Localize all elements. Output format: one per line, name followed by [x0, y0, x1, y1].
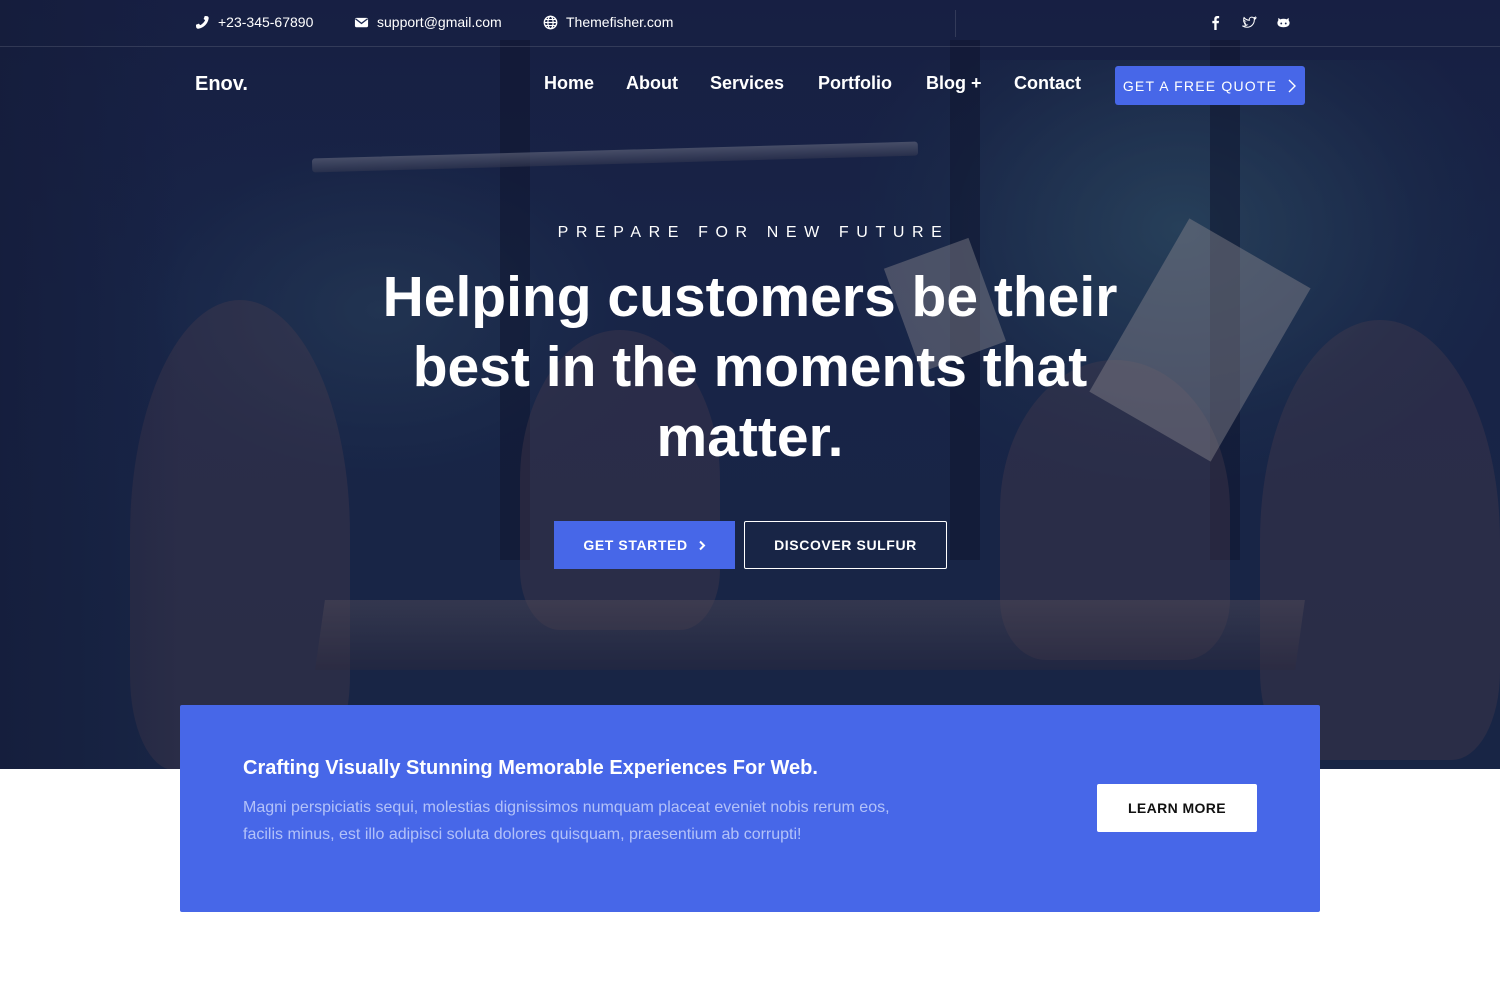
phone-text: +23-345-67890: [218, 14, 314, 30]
github-link[interactable]: [1274, 13, 1292, 31]
nav-home[interactable]: Home: [544, 73, 594, 94]
hero-left-shade: [0, 0, 180, 769]
chevron-right-icon: [1288, 79, 1297, 92]
discover-button[interactable]: DISCOVER SULFUR: [744, 521, 947, 569]
cta-description-line: Magni perspiciatis sequi, molestias dign…: [243, 799, 890, 816]
phone-link[interactable]: +23-345-67890: [195, 14, 313, 30]
github-icon: [1276, 17, 1290, 27]
twitter-link[interactable]: [1240, 13, 1258, 31]
headline-line: matter.: [656, 405, 844, 469]
free-quote-button[interactable]: GET A FREE QUOTE: [1115, 66, 1305, 105]
headline-line: best in the moments that: [412, 335, 1088, 399]
twitter-icon: [1241, 15, 1257, 28]
get-started-button[interactable]: GET STARTED: [554, 521, 735, 569]
nav-contact[interactable]: Contact: [1014, 73, 1081, 94]
top-bar: +23-345-67890 support@gmail.com Themefis…: [0, 0, 1500, 47]
free-quote-label: GET A FREE QUOTE: [1122, 77, 1278, 94]
cta-card: Crafting Visually Stunning Memorable Exp…: [180, 705, 1320, 912]
cta-description: Magni perspiciatis sequi, molestias dign…: [243, 794, 923, 848]
nav-blog[interactable]: Blog +: [926, 73, 982, 94]
site-logo[interactable]: Enov.: [195, 73, 248, 96]
get-started-label: GET STARTED: [583, 537, 688, 553]
learn-more-label: LEARN MORE: [1127, 800, 1227, 816]
website-text: Themefisher.com: [566, 14, 674, 30]
nav-portfolio[interactable]: Portfolio: [818, 73, 892, 94]
headline-line: Helping customers be their: [382, 265, 1118, 329]
chevron-right-icon: [698, 540, 706, 550]
nav-services[interactable]: Services: [710, 73, 784, 94]
facebook-link[interactable]: [1206, 13, 1224, 31]
learn-more-button[interactable]: LEARN MORE: [1097, 784, 1257, 832]
email-link[interactable]: support@gmail.com: [354, 14, 502, 30]
phone-icon: [195, 15, 209, 29]
nav-about[interactable]: About: [626, 73, 678, 94]
globe-icon: [543, 15, 558, 29]
website-link[interactable]: Themefisher.com: [543, 14, 673, 30]
cta-description-line: facilis minus, est illo adipisci soluta …: [243, 826, 802, 843]
facebook-icon: [1211, 15, 1219, 30]
discover-label: DISCOVER SULFUR: [774, 537, 917, 553]
cta-title: Crafting Visually Stunning Memorable Exp…: [243, 757, 818, 779]
envelope-icon: [354, 17, 369, 27]
hero-headline: Helping customers be their best in the m…: [350, 262, 1150, 472]
hero-eyebrow: PREPARE FOR NEW FUTURE: [557, 224, 950, 241]
topbar-divider: [955, 10, 956, 37]
email-text: support@gmail.com: [377, 14, 502, 30]
